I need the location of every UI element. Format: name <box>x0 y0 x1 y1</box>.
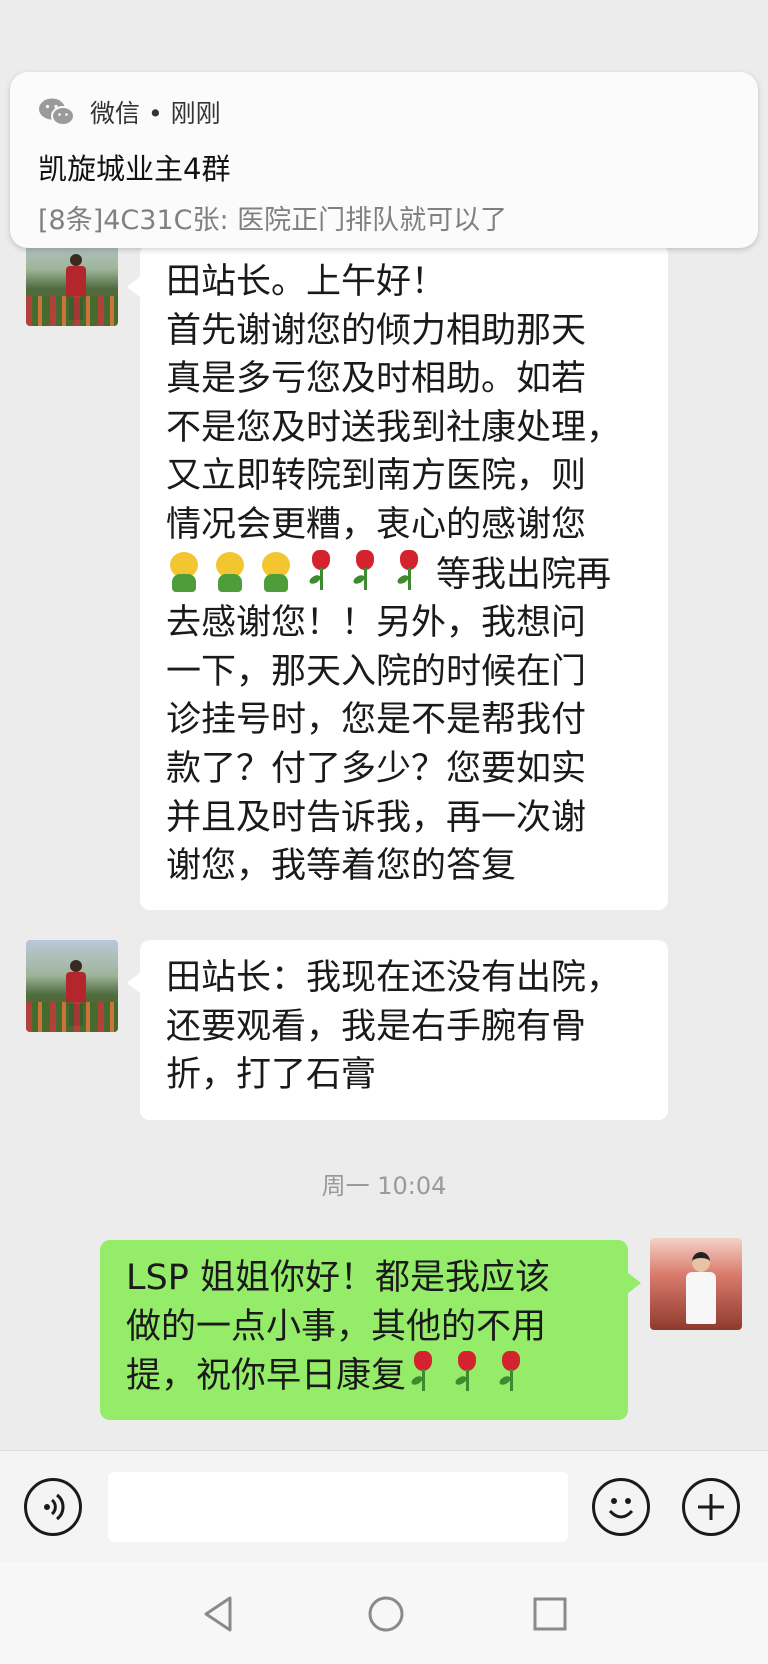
message-line: 谢您，我等着您的答复 <box>166 846 517 887</box>
chat-area: 微信 • 刚刚 凯旋城业主4群 [8条]4C31C张: 医院正门排队就可以了 田… <box>0 0 768 1450</box>
rose-icon <box>304 549 338 592</box>
home-circle-icon[interactable] <box>364 1592 408 1636</box>
message-bubble-incoming[interactable]: 田站长：我现在还没有出院， 还要观看，我是右手腕有骨 折，打了石膏 <box>127 940 668 1120</box>
rose-icon <box>450 1351 484 1393</box>
message-line: 并且及时告诉我，再一次谢 <box>166 797 587 838</box>
notification-body: [8条]4C31C张: 医院正门排队就可以了 <box>38 205 508 236</box>
avatar-coat <box>686 1272 716 1324</box>
avatar-figure-body <box>66 972 86 1006</box>
message-emoji-line: 等我出院再 <box>166 549 642 600</box>
voice-button[interactable] <box>24 1478 82 1536</box>
message-line-text: 提，祝你早日康复 <box>126 1356 407 1397</box>
avatar-flowers <box>26 296 118 326</box>
avatar-figure-head <box>70 960 82 972</box>
back-triangle-icon[interactable] <box>196 1592 240 1636</box>
rose-icon <box>392 549 426 592</box>
smiley-icon <box>608 1498 634 1519</box>
message-line: 田站长：我现在还没有出院， <box>166 958 622 998</box>
notification-banner[interactable]: 微信 • 刚刚 凯旋城业主4群 [8条]4C31C张: 医院正门排队就可以了 <box>10 72 758 248</box>
message-line-text: 等我出院再 <box>436 554 612 595</box>
face-icon <box>258 551 294 592</box>
avatar-flowers <box>26 1002 118 1032</box>
rose-icon <box>406 1351 440 1393</box>
message-emoji-line: 提，祝你早日康复 <box>126 1351 602 1401</box>
voice-icon <box>44 1493 65 1521</box>
message-line: 去感谢您！！另外，我想问 <box>166 603 587 644</box>
face-icon <box>166 551 202 592</box>
message-line: 款了？付了多少？您要如实 <box>166 748 587 789</box>
notification-title: 凯旋城业主4群 <box>38 152 231 186</box>
message-line: 情况会更糟，衷心的感谢您 <box>166 504 587 545</box>
message-bubble-outgoing[interactable]: LSP 姐姐你好！都是我应该 做的一点小事，其他的不用 提，祝你早日康复 <box>100 1240 641 1420</box>
message-line: 做的一点小事，其他的不用 <box>126 1306 547 1347</box>
rose-icon <box>348 549 382 592</box>
sender-avatar[interactable] <box>26 940 118 1032</box>
message-line: 首先谢谢您的倾力相助那天 <box>166 310 587 351</box>
message-line: 一下，那天入院的时候在门 <box>166 651 587 692</box>
message-line: 田站长。上午好！ <box>166 262 447 302</box>
recents-square-icon[interactable] <box>528 1592 572 1636</box>
message-line: 真是多亏您及时相助。如若 <box>166 359 587 400</box>
notification-header: 微信 • 刚刚 <box>38 90 221 134</box>
message-timestamp: 周一 10:04 <box>321 1172 447 1200</box>
message-input[interactable] <box>108 1472 568 1542</box>
message-bubble-incoming[interactable]: 田站长。上午好！ 首先谢谢您的倾力相助那天 真是多亏您及时相助。如若 不是您及时… <box>127 244 668 910</box>
message-line: 还要观看，我是右手腕有骨 <box>166 1006 587 1047</box>
system-nav-bar <box>0 1562 768 1664</box>
plus-icon <box>698 1494 724 1520</box>
input-bar <box>0 1450 768 1563</box>
message-line: 折，打了石膏 <box>166 1055 377 1096</box>
avatar-figure-body <box>66 266 86 300</box>
avatar-face <box>692 1252 710 1272</box>
face-icon <box>212 551 248 592</box>
wechat-icon <box>39 98 75 126</box>
notification-app-label: 微信 • 刚刚 <box>90 99 221 128</box>
message-line: 诊挂号时，您是不是帮我付 <box>166 700 587 741</box>
emoji-button[interactable] <box>592 1478 650 1536</box>
avatar-figure-head <box>70 254 82 266</box>
more-button[interactable] <box>682 1478 740 1536</box>
message-line: 又立即转院到南方医院，则 <box>166 456 587 497</box>
message-line: 不是您及时送我到社康处理， <box>166 407 622 448</box>
rose-icon <box>494 1351 528 1393</box>
my-avatar[interactable] <box>650 1238 742 1330</box>
message-line: LSP 姐姐你好！都是我应该 <box>126 1258 550 1298</box>
